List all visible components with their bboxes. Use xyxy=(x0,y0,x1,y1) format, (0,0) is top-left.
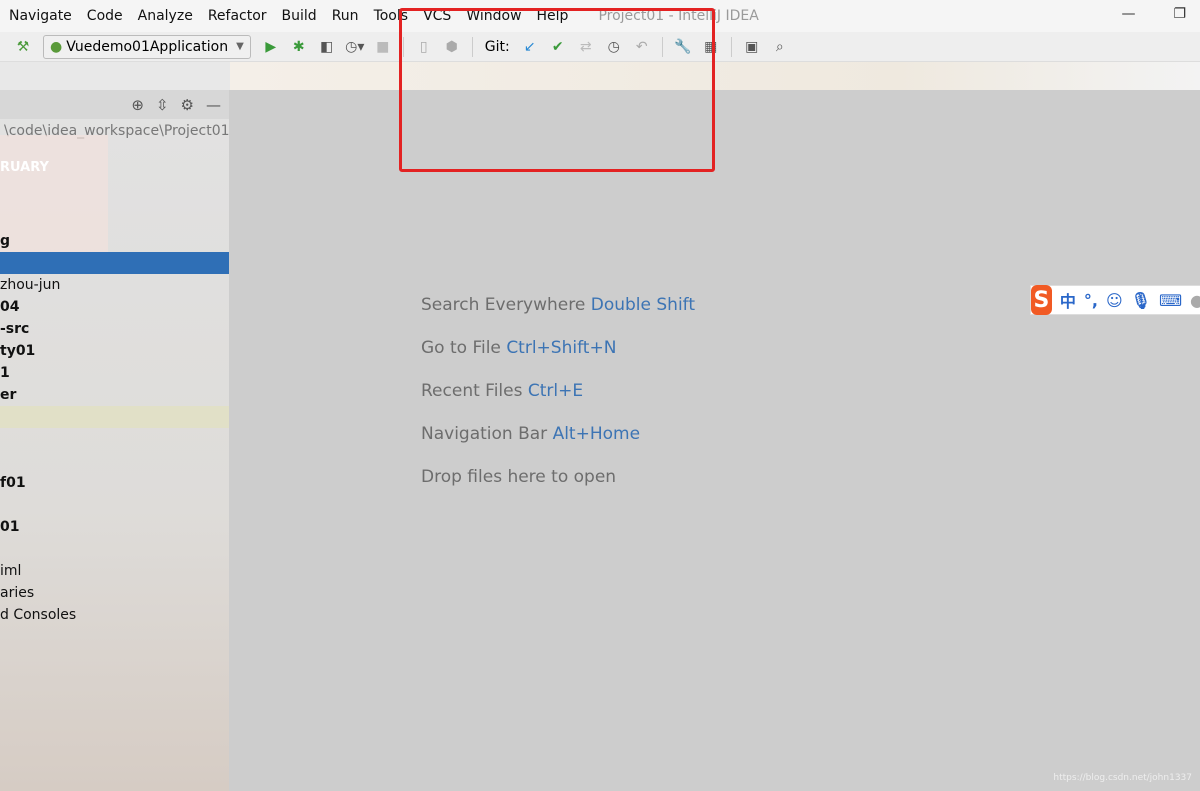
hint-shortcut: Ctrl+Shift+N xyxy=(506,338,617,358)
menu-navigate[interactable]: Navigate xyxy=(9,8,72,24)
hint-shortcut: Alt+Home xyxy=(552,424,641,444)
tree-item[interactable] xyxy=(0,538,229,560)
tree-item[interactable]: zhou-jun xyxy=(0,274,229,296)
collapse-all-icon[interactable]: ⇳ xyxy=(156,96,169,114)
sogou-logo-icon[interactable]: S xyxy=(1031,285,1052,315)
ime-toolbar: S 中 °, ☺ 🎙 ⌨ ● xyxy=(1030,285,1200,315)
emoji-icon[interactable]: ☺ xyxy=(1106,291,1123,310)
tree-item[interactable]: er xyxy=(0,384,229,406)
chevron-down-icon: ▼ xyxy=(236,41,244,52)
tree-item[interactable]: 04 xyxy=(0,296,229,318)
tree-item[interactable]: f01 xyxy=(0,472,229,494)
tree-item[interactable] xyxy=(0,252,229,274)
ime-punct-toggle[interactable]: °, xyxy=(1084,291,1098,310)
run-icon[interactable]: ▶ xyxy=(260,36,282,58)
keyboard-icon[interactable]: ⌨ xyxy=(1159,291,1182,310)
hint-line: Navigation Bar Alt+Home xyxy=(421,424,640,444)
hint-shortcut: Ctrl+E xyxy=(527,381,584,401)
menu-run[interactable]: Run xyxy=(332,8,359,24)
tree-item[interactable]: aries xyxy=(0,582,229,604)
editor-empty-area: Search Everywhere Double Shift Go to File… xyxy=(229,90,1200,791)
coverage-icon[interactable]: ◧ xyxy=(316,36,338,58)
run-config-label: Vuedemo01Application xyxy=(66,38,229,55)
user-icon[interactable]: ● xyxy=(1190,291,1200,310)
stop-icon[interactable]: ■ xyxy=(372,36,394,58)
annotation-highlight-box xyxy=(399,8,715,172)
microphone-icon[interactable]: 🎙 xyxy=(1131,291,1151,310)
hint-label: Navigation Bar xyxy=(421,424,548,444)
hint-line: Recent Files Ctrl+E xyxy=(421,381,583,401)
calendar-month: RUARY xyxy=(0,160,49,175)
run-config-select[interactable]: ● Vuedemo01Application ▼ xyxy=(43,34,251,59)
tree-item[interactable] xyxy=(0,428,229,450)
ime-lang-toggle[interactable]: 中 xyxy=(1060,288,1076,312)
terminal-icon[interactable]: ▣ xyxy=(741,36,763,58)
menu-analyze[interactable]: Analyze xyxy=(138,8,193,24)
hint-label: Recent Files xyxy=(421,381,523,401)
project-panel: RUARY ⊕ ⇳ ⚙ — \code\idea_workspace\Proje… xyxy=(0,90,230,791)
tree-item[interactable] xyxy=(0,494,229,516)
hint-shortcut: Double Shift xyxy=(590,295,696,315)
build-hammer-icon[interactable]: ⚒ xyxy=(12,36,34,58)
hint-label: Drop files here to open xyxy=(421,467,617,487)
hint-label: Go to File xyxy=(421,338,501,358)
search-icon[interactable]: ⌕ xyxy=(769,36,791,58)
minimize-icon[interactable]: — xyxy=(1121,6,1135,22)
tree-item[interactable]: iml xyxy=(0,560,229,582)
menu-code[interactable]: Code xyxy=(87,8,123,24)
locate-icon[interactable]: ⊕ xyxy=(131,96,144,114)
profile-icon[interactable]: ◷▾ xyxy=(344,36,366,58)
tree-item[interactable]: g xyxy=(0,230,229,252)
tree-item[interactable]: -src xyxy=(0,318,229,340)
hint-line: Go to File Ctrl+Shift+N xyxy=(421,338,616,358)
tree-item[interactable]: 01 xyxy=(0,516,229,538)
restore-icon[interactable]: ❐ xyxy=(1173,6,1186,22)
tree-item[interactable]: ty01 xyxy=(0,340,229,362)
watermark: https://blog.csdn.net/john1337 xyxy=(1053,773,1192,783)
debug-bug-icon[interactable]: ✱ xyxy=(288,36,310,58)
spring-boot-icon: ● xyxy=(50,38,63,55)
tree-item[interactable] xyxy=(0,450,229,472)
hint-label: Search Everywhere xyxy=(421,295,586,315)
gear-icon[interactable]: ⚙ xyxy=(181,96,194,114)
hint-line: Search Everywhere Double Shift xyxy=(421,295,695,315)
hint-line: Drop files here to open xyxy=(421,467,616,487)
hide-icon[interactable]: — xyxy=(206,96,221,114)
tree-item[interactable] xyxy=(0,406,229,428)
project-panel-header: ⊕ ⇳ ⚙ — xyxy=(0,90,229,119)
tree-item[interactable]: d Consoles xyxy=(0,604,229,626)
menu-refactor[interactable]: Refactor xyxy=(208,8,267,24)
tree-item[interactable]: 1 xyxy=(0,362,229,384)
menu-build[interactable]: Build xyxy=(282,8,317,24)
